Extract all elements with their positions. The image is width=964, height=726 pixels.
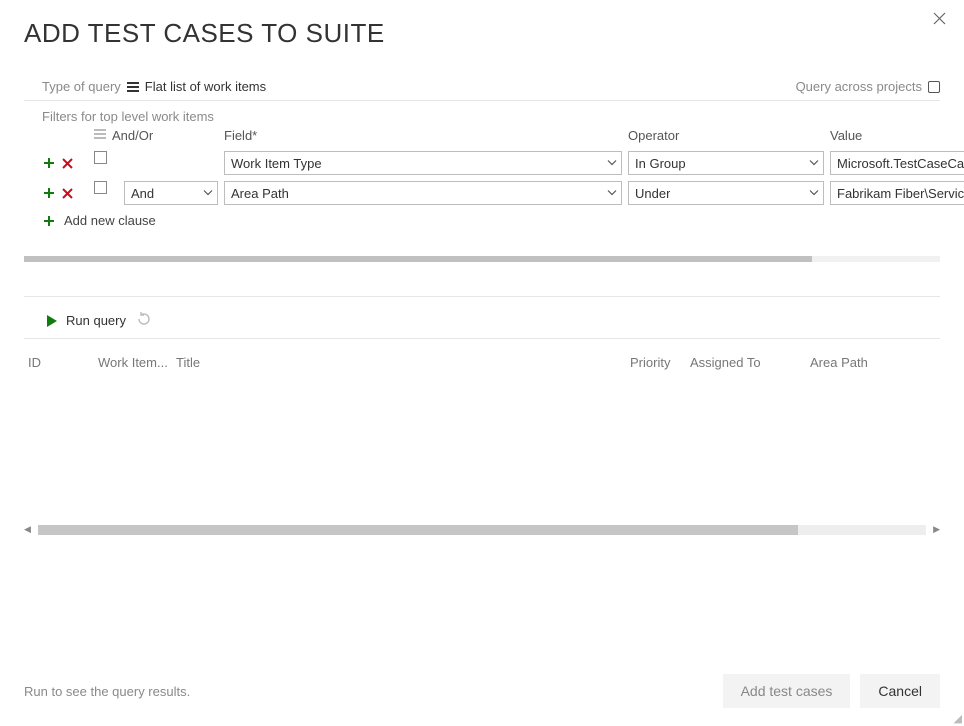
chevron-down-icon xyxy=(607,186,617,201)
cancel-button[interactable]: Cancel xyxy=(860,674,940,708)
clause-row-actions xyxy=(42,181,88,205)
resize-grip-icon[interactable]: ◢ xyxy=(954,716,960,722)
filters-section-label: Filters for top level work items xyxy=(24,107,940,128)
insert-clause-button[interactable] xyxy=(42,156,56,170)
col-title[interactable]: Title xyxy=(176,355,630,370)
divider xyxy=(24,100,940,101)
and-or-dropdown[interactable]: And xyxy=(124,181,218,205)
col-area-path[interactable]: Area Path xyxy=(810,355,950,370)
and-or-header: And/Or xyxy=(112,128,153,143)
field-header: Field* xyxy=(224,128,622,145)
dialog-title: ADD TEST CASES TO SUITE xyxy=(24,18,940,49)
operator-dropdown[interactable]: Under xyxy=(628,181,824,205)
horizontal-scrollbar[interactable] xyxy=(24,256,940,266)
refresh-icon xyxy=(136,311,152,327)
value-dropdown[interactable]: Microsoft.TestCaseCategory xyxy=(830,151,964,175)
remove-clause-button[interactable] xyxy=(60,186,74,200)
add-clause-label: Add new clause xyxy=(64,213,156,228)
operator-dropdown[interactable]: In Group xyxy=(628,151,824,175)
col-id[interactable]: ID xyxy=(28,355,98,370)
insert-clause-button[interactable] xyxy=(42,186,56,200)
clause-row-actions xyxy=(42,151,88,175)
col-assigned-to[interactable]: Assigned To xyxy=(690,355,810,370)
results-empty-area xyxy=(24,374,940,524)
chevron-down-icon xyxy=(809,186,819,201)
play-icon xyxy=(46,314,58,328)
run-query-bar: Run query xyxy=(24,296,940,339)
chevron-down-icon xyxy=(203,186,213,201)
clauses-grid: And/Or Field* Operator Value Work Item T… xyxy=(24,128,940,205)
field-dropdown[interactable]: Work Item Type xyxy=(224,151,622,175)
run-query-label: Run query xyxy=(66,313,126,328)
clause-select-checkbox[interactable] xyxy=(94,181,107,194)
chevron-down-icon xyxy=(607,156,617,171)
operator-header: Operator xyxy=(628,128,824,145)
query-type-bar: Type of query Flat list of work items Qu… xyxy=(24,77,940,100)
query-type-left: Type of query Flat list of work items xyxy=(42,79,266,94)
close-icon xyxy=(933,12,946,25)
scroll-left-icon[interactable]: ◀ xyxy=(24,524,31,535)
status-text: Run to see the query results. xyxy=(24,684,190,699)
run-query-button[interactable]: Run query xyxy=(46,313,126,328)
value-dropdown[interactable]: Fabrikam Fiber\Service Delivery xyxy=(830,181,964,205)
clause-select-checkbox[interactable] xyxy=(94,151,107,164)
flat-list-icon xyxy=(127,81,139,93)
results-horizontal-scrollbar[interactable]: ◀ ▶ xyxy=(24,524,940,536)
query-across-projects[interactable]: Query across projects xyxy=(796,79,940,94)
group-clauses-icon[interactable] xyxy=(94,128,106,143)
add-test-cases-button[interactable]: Add test cases xyxy=(723,674,851,708)
remove-clause-button[interactable] xyxy=(60,156,74,170)
close-button[interactable] xyxy=(933,12,946,29)
type-of-query-label: Type of query xyxy=(42,79,121,94)
refresh-button xyxy=(136,311,152,330)
add-new-clause-button[interactable]: Add new clause xyxy=(24,205,940,228)
scroll-right-icon[interactable]: ▶ xyxy=(933,524,940,535)
and-or-dropdown[interactable] xyxy=(124,151,218,175)
col-priority[interactable]: Priority xyxy=(630,355,690,370)
results-columns: ID Work Item... Title Priority Assigned … xyxy=(24,339,940,374)
query-across-projects-checkbox[interactable] xyxy=(928,81,940,93)
plus-icon xyxy=(42,214,56,228)
query-across-projects-label: Query across projects xyxy=(796,79,922,94)
chevron-down-icon xyxy=(809,156,819,171)
value-header: Value xyxy=(830,128,964,145)
dialog-footer: Run to see the query results. Add test c… xyxy=(24,674,940,708)
query-kind-value[interactable]: Flat list of work items xyxy=(145,79,266,94)
add-test-cases-dialog: ADD TEST CASES TO SUITE Type of query Fl… xyxy=(0,0,964,726)
col-work-item-type[interactable]: Work Item... xyxy=(98,355,176,370)
field-dropdown[interactable]: Area Path xyxy=(224,181,622,205)
